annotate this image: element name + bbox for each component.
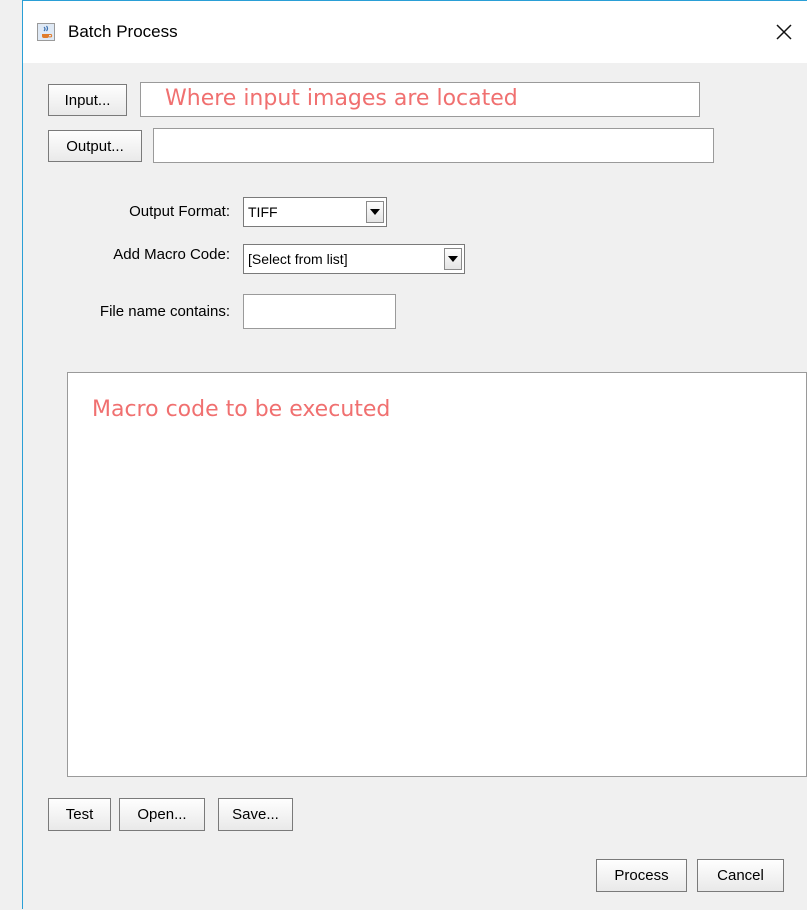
- java-cup-icon: [37, 23, 55, 41]
- cancel-button[interactable]: Cancel: [697, 859, 784, 892]
- file-name-contains-input[interactable]: [243, 294, 396, 329]
- output-button[interactable]: Output...: [48, 130, 142, 162]
- output-directory-field[interactable]: [153, 128, 714, 163]
- input-directory-field[interactable]: Where input images are located: [140, 82, 700, 117]
- process-button[interactable]: Process: [596, 859, 687, 892]
- macro-code-text: Macro code to be executed: [92, 397, 391, 422]
- input-directory-value: Where input images are located: [165, 86, 518, 111]
- window-title: Batch Process: [68, 22, 178, 41]
- save-button[interactable]: Save...: [218, 798, 293, 831]
- chevron-down-icon[interactable]: [444, 248, 462, 270]
- input-button[interactable]: Input...: [48, 84, 127, 116]
- open-button[interactable]: Open...: [119, 798, 205, 831]
- test-button[interactable]: Test: [48, 798, 111, 831]
- output-format-select[interactable]: TIFF: [243, 197, 387, 227]
- add-macro-code-label: Add Macro Code:: [113, 246, 230, 263]
- chevron-down-icon[interactable]: [366, 201, 384, 223]
- title-bar[interactable]: Batch Process: [23, 1, 807, 63]
- output-format-label: Output Format:: [129, 203, 230, 220]
- close-icon: [776, 24, 792, 40]
- file-name-contains-label: File name contains:: [99, 303, 230, 320]
- batch-process-window: Batch Process Input... Where input image…: [22, 0, 807, 909]
- add-macro-code-value: [Select from list]: [248, 251, 348, 267]
- output-format-value: TIFF: [248, 204, 278, 220]
- add-macro-code-select[interactable]: [Select from list]: [243, 244, 465, 274]
- close-button[interactable]: [761, 1, 807, 63]
- macro-code-editor[interactable]: Macro code to be executed: [67, 372, 807, 777]
